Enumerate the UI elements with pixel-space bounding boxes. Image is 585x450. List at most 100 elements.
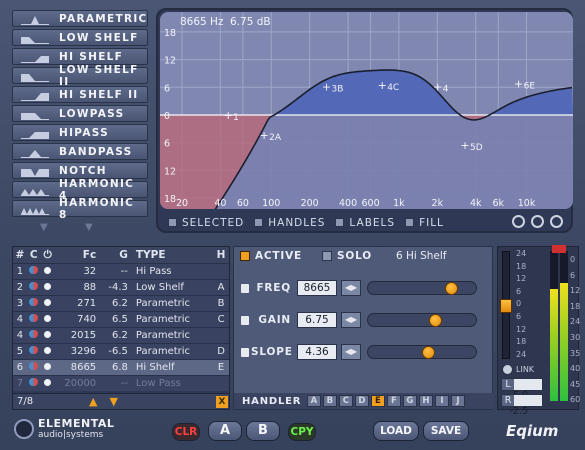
freq-cell[interactable]: 20000 xyxy=(55,378,99,389)
move-down-arrow-icon[interactable]: ▼ xyxy=(109,395,117,408)
stereo-link-icon[interactable] xyxy=(29,378,39,386)
lock-icon[interactable] xyxy=(241,315,249,325)
eq-handle[interactable]: + xyxy=(260,129,269,142)
type-cell[interactable]: Parametric xyxy=(132,330,213,341)
eq-handle[interactable]: + xyxy=(433,80,442,93)
graph-option-fill[interactable]: FILL xyxy=(395,217,444,229)
channel-cell[interactable] xyxy=(27,378,41,389)
type-cell[interactable]: Parametric xyxy=(132,346,213,357)
gain-cell[interactable]: 6.8 xyxy=(98,362,132,373)
power-cell[interactable] xyxy=(41,266,55,277)
type-cell[interactable]: Parametric xyxy=(132,314,213,325)
power-cell[interactable] xyxy=(41,330,55,341)
save-button[interactable]: SAVE xyxy=(423,421,469,441)
band-power-icon[interactable] xyxy=(44,379,52,386)
option-checkbox[interactable] xyxy=(405,218,415,227)
freq-cell[interactable]: 740 xyxy=(55,314,99,325)
delete-band-button[interactable]: X xyxy=(216,396,228,408)
channel-cell[interactable] xyxy=(27,282,41,293)
table-row[interactable]: 5 3296 -6.5 Parametric D xyxy=(13,343,229,359)
option-checkbox[interactable] xyxy=(168,218,177,227)
filter-hipass-button[interactable]: HIPASS xyxy=(12,124,148,141)
type-cell[interactable]: Parametric xyxy=(132,298,213,309)
filter-notch-button[interactable]: NOTCH xyxy=(12,162,148,179)
table-row[interactable]: 4 740 6.5 Parametric C xyxy=(13,311,229,327)
link-toggle[interactable] xyxy=(502,364,513,375)
eq-handle[interactable]: + xyxy=(514,78,523,91)
power-cell[interactable] xyxy=(41,346,55,357)
right-trim-field[interactable]: R -2.5 xyxy=(501,394,543,417)
channel-cell[interactable] xyxy=(27,330,41,341)
channel-cell[interactable] xyxy=(27,298,41,309)
table-row[interactable]: 4 2015 6.2 Parametric xyxy=(13,327,229,343)
stereo-link-icon[interactable] xyxy=(29,282,39,290)
param-value-field[interactable]: 4.36 xyxy=(297,344,337,360)
gain-cell[interactable]: 6.2 xyxy=(98,330,132,341)
gain-cell[interactable]: 6.2 xyxy=(98,298,132,309)
param-slider[interactable] xyxy=(367,281,477,295)
eq-handle[interactable]: + xyxy=(378,79,387,92)
channel-cell[interactable] xyxy=(27,362,41,373)
scroll-down-icon[interactable]: ▼ xyxy=(40,222,48,233)
table-row[interactable]: 1 32 -- Hi Pass xyxy=(13,263,229,279)
table-row[interactable]: 7 20000 -- Low Pass xyxy=(13,375,229,391)
left-trim-field[interactable]: L -5.0 xyxy=(501,378,543,401)
load-button[interactable]: LOAD xyxy=(373,421,419,441)
eq-handle[interactable]: + xyxy=(322,80,331,93)
freq-cell[interactable]: 3296 xyxy=(55,346,99,357)
lock-icon[interactable] xyxy=(241,283,249,293)
zoom-reset-icon[interactable] xyxy=(531,214,544,228)
table-row[interactable]: 6 8665 6.8 Hi Shelf E xyxy=(13,359,229,375)
param-value-field[interactable]: 8665 xyxy=(297,280,337,296)
table-row[interactable]: 3 271 6.2 Parametric B xyxy=(13,295,229,311)
handler-g-button[interactable]: G xyxy=(403,395,418,407)
eq-handle[interactable]: + xyxy=(460,139,469,152)
stereo-link-icon[interactable] xyxy=(29,362,39,370)
step-buttons[interactable]: ◀▶ xyxy=(341,344,361,360)
slider-knob[interactable] xyxy=(444,282,458,295)
stereo-link-icon[interactable] xyxy=(29,330,39,338)
type-cell[interactable]: Low Shelf xyxy=(132,282,213,293)
slider-knob[interactable] xyxy=(429,314,443,327)
stereo-link-icon[interactable] xyxy=(29,314,39,322)
band-power-icon[interactable] xyxy=(44,283,52,290)
gain-cell[interactable]: -6.5 xyxy=(98,346,132,357)
power-cell[interactable] xyxy=(41,282,55,293)
zoom-in-icon[interactable] xyxy=(550,214,563,228)
gain-cell[interactable]: -- xyxy=(98,266,132,277)
copy-button[interactable]: CPY xyxy=(288,423,316,441)
power-cell[interactable] xyxy=(41,314,55,325)
band-power-icon[interactable] xyxy=(44,267,52,274)
table-row[interactable]: 2 88 -4.3 Low Shelf A xyxy=(13,279,229,295)
freq-cell[interactable]: 2015 xyxy=(55,330,99,341)
filter-low-shelf-ii-button[interactable]: LOW SHELF II xyxy=(12,64,148,88)
zoom-out-icon[interactable] xyxy=(512,214,525,228)
freq-cell[interactable]: 271 xyxy=(55,298,99,309)
handler-c-button[interactable]: C xyxy=(339,395,354,407)
eq-response-plot[interactable]: 18 12 6 0 6 12 18 20 40 60 100 200 400 600 1k 2k 4k 6k 10k… xyxy=(160,12,573,209)
scroll-down-icon[interactable]: ▼ xyxy=(85,222,93,233)
handler-e-button[interactable]: E xyxy=(371,395,386,407)
channel-cell[interactable] xyxy=(27,314,41,325)
handler-d-button[interactable]: D xyxy=(355,395,370,407)
option-checkbox[interactable] xyxy=(335,218,345,227)
gain-cell[interactable]: -4.3 xyxy=(98,282,132,293)
preset-b-button[interactable]: B xyxy=(246,421,280,441)
active-checkbox[interactable] xyxy=(240,251,250,261)
type-cell[interactable]: Hi Shelf xyxy=(132,362,213,373)
stereo-link-icon[interactable] xyxy=(29,266,39,274)
freq-cell[interactable]: 32 xyxy=(55,266,99,277)
move-up-arrow-icon[interactable]: ▲ xyxy=(89,395,97,408)
filter-harmonic-8-button[interactable]: HARMONIC 8 xyxy=(12,197,148,221)
filter-harmonic-4-button[interactable]: HARMONIC 4 xyxy=(12,178,148,202)
handler-f-button[interactable]: F xyxy=(387,395,402,407)
channel-cell[interactable] xyxy=(27,346,41,357)
filter-low-shelf-button[interactable]: LOW SHELF xyxy=(12,29,148,46)
handler-a-button[interactable]: A xyxy=(307,395,322,407)
band-power-icon[interactable] xyxy=(44,331,52,338)
slider-knob[interactable] xyxy=(421,346,435,359)
filter-lowpass-button[interactable]: LOWPASS xyxy=(12,105,148,122)
gain-fader-handle[interactable] xyxy=(500,299,512,313)
gain-cell[interactable]: 6.5 xyxy=(98,314,132,325)
preset-a-button[interactable]: A xyxy=(208,421,242,441)
